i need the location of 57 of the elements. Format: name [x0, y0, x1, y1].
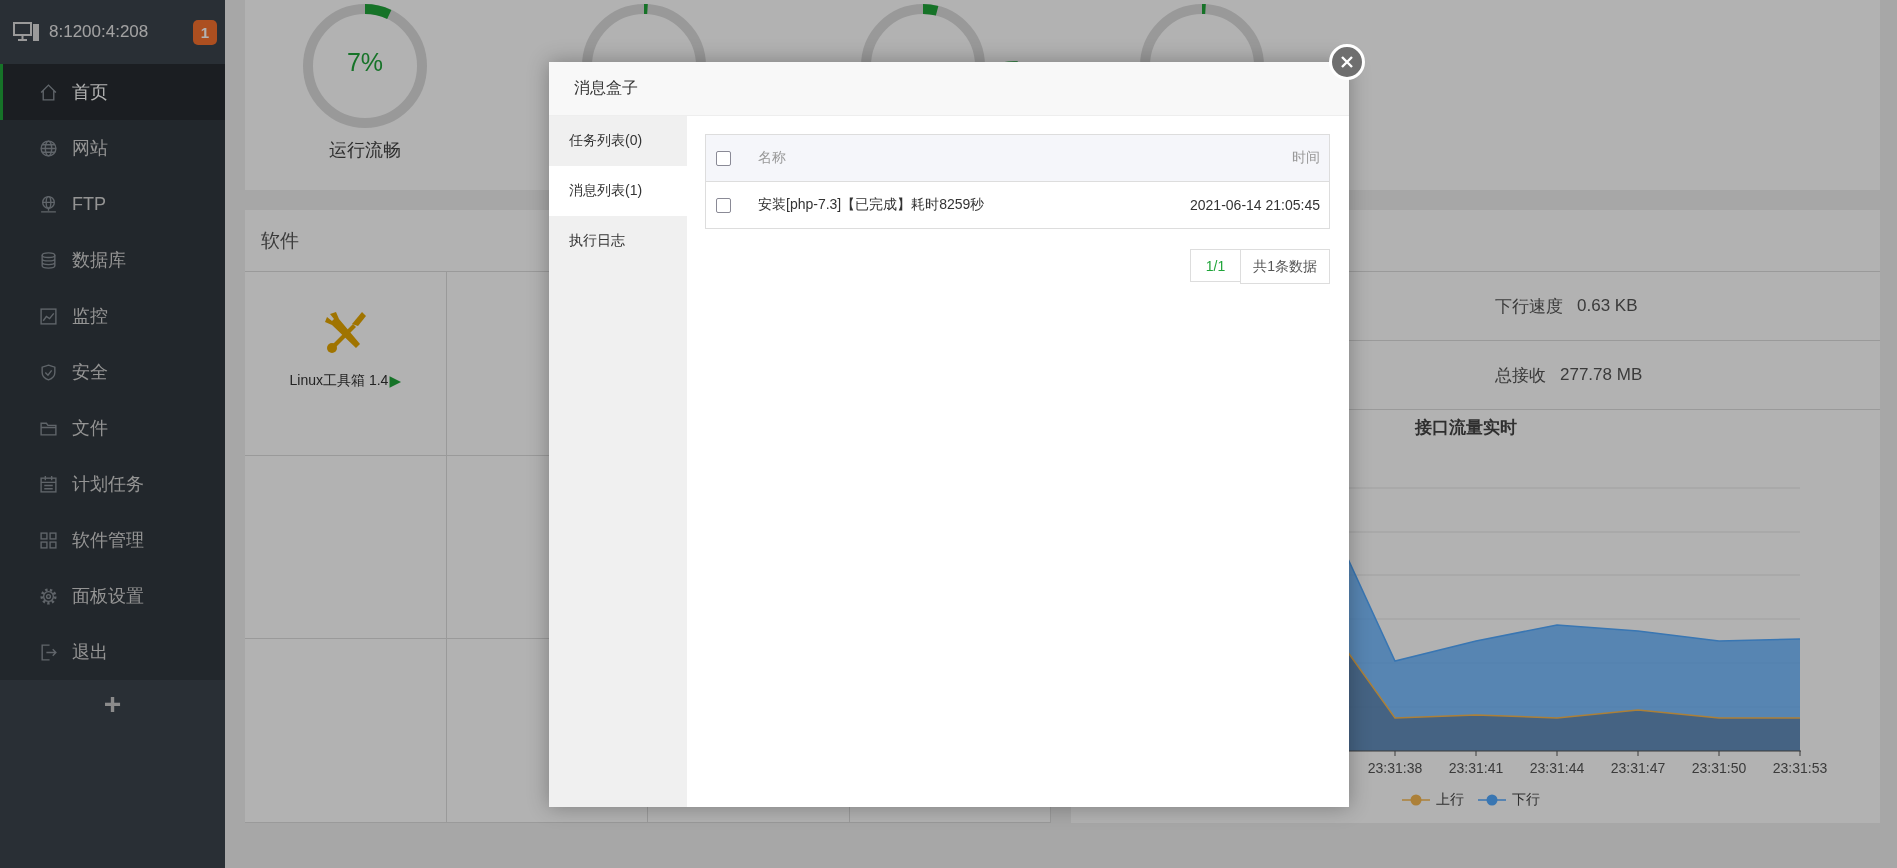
legend-marker[interactable]: [1402, 793, 1430, 807]
nav-item[interactable]: 软件管理: [0, 512, 225, 568]
axis-label: 23:31:53: [1772, 760, 1828, 776]
globe-icon: [39, 138, 58, 158]
axis-label: 23:31:44: [1529, 760, 1585, 776]
axis-label: 23:31:38: [1367, 760, 1423, 776]
nav-item[interactable]: 安全: [0, 344, 225, 400]
nav-item[interactable]: 首页: [0, 64, 225, 120]
close-icon: [1340, 55, 1354, 69]
legend-label[interactable]: 下行: [1512, 791, 1540, 809]
software-name[interactable]: Linux工具箱 1.4: [289, 372, 389, 390]
computer-icon: [13, 21, 39, 43]
page-indicator[interactable]: 1/1: [1189, 249, 1241, 282]
grid-icon: [39, 530, 58, 550]
nav-item[interactable]: 数据库: [0, 232, 225, 288]
dialog-tab[interactable]: 任务列表(0): [549, 116, 687, 166]
legend-label[interactable]: 上行: [1436, 791, 1464, 809]
logout-icon: [39, 642, 58, 662]
legend-marker[interactable]: [1478, 793, 1506, 807]
axis-label: 23:31:50: [1691, 760, 1747, 776]
checkbox[interactable]: [716, 150, 731, 166]
nav-item[interactable]: 文件: [0, 400, 225, 456]
stat-label: 总接收: [1495, 364, 1546, 387]
stat-value: 277.78 MB: [1560, 365, 1643, 385]
settings-icon: [39, 586, 58, 606]
server-address: 8:1200:4:208: [49, 22, 150, 42]
table-cell: 2021-06-14 21:05:45: [1190, 197, 1320, 213]
dialog-tab[interactable]: 执行日志: [549, 216, 687, 266]
column-header: 时间: [1292, 149, 1320, 165]
nav-item[interactable]: 监控: [0, 288, 225, 344]
stat-value: 0.63 KB: [1577, 296, 1638, 316]
total-count: 共1条数据: [1240, 249, 1330, 284]
nav-item[interactable]: FTP: [0, 176, 225, 232]
chart-icon: [39, 306, 58, 326]
gauge-label: 运行流畅: [329, 139, 401, 162]
dialog-tab[interactable]: 消息列表(1): [549, 166, 687, 216]
database-icon: [39, 250, 58, 270]
gauge-value: 7%: [345, 48, 385, 77]
stat-label: 下行速度: [1495, 295, 1563, 318]
tools-icon[interactable]: [322, 310, 369, 356]
nav-item[interactable]: 面板设置: [0, 568, 225, 624]
nav-item[interactable]: 网站: [0, 120, 225, 176]
axis-label: 23:31:47: [1610, 760, 1666, 776]
dialog-title: 消息盒子: [574, 78, 638, 98]
home-icon: [39, 82, 58, 102]
axis-label: 23:31:41: [1448, 760, 1504, 776]
checkbox[interactable]: [716, 197, 731, 213]
network-globe-icon: [39, 194, 58, 214]
table-cell: 安装[php-7.3]【已完成】耗时8259秒: [758, 196, 985, 212]
chart-title: 接口流量实时: [1415, 417, 1517, 439]
shield-icon: [39, 362, 58, 382]
card-title: 软件: [261, 228, 299, 253]
nav-item[interactable]: 退出: [0, 624, 225, 680]
column-header: 名称: [758, 149, 786, 165]
add-button[interactable]: +: [97, 687, 128, 721]
calendar-icon: [39, 474, 58, 494]
nav-item[interactable]: 计划任务: [0, 456, 225, 512]
